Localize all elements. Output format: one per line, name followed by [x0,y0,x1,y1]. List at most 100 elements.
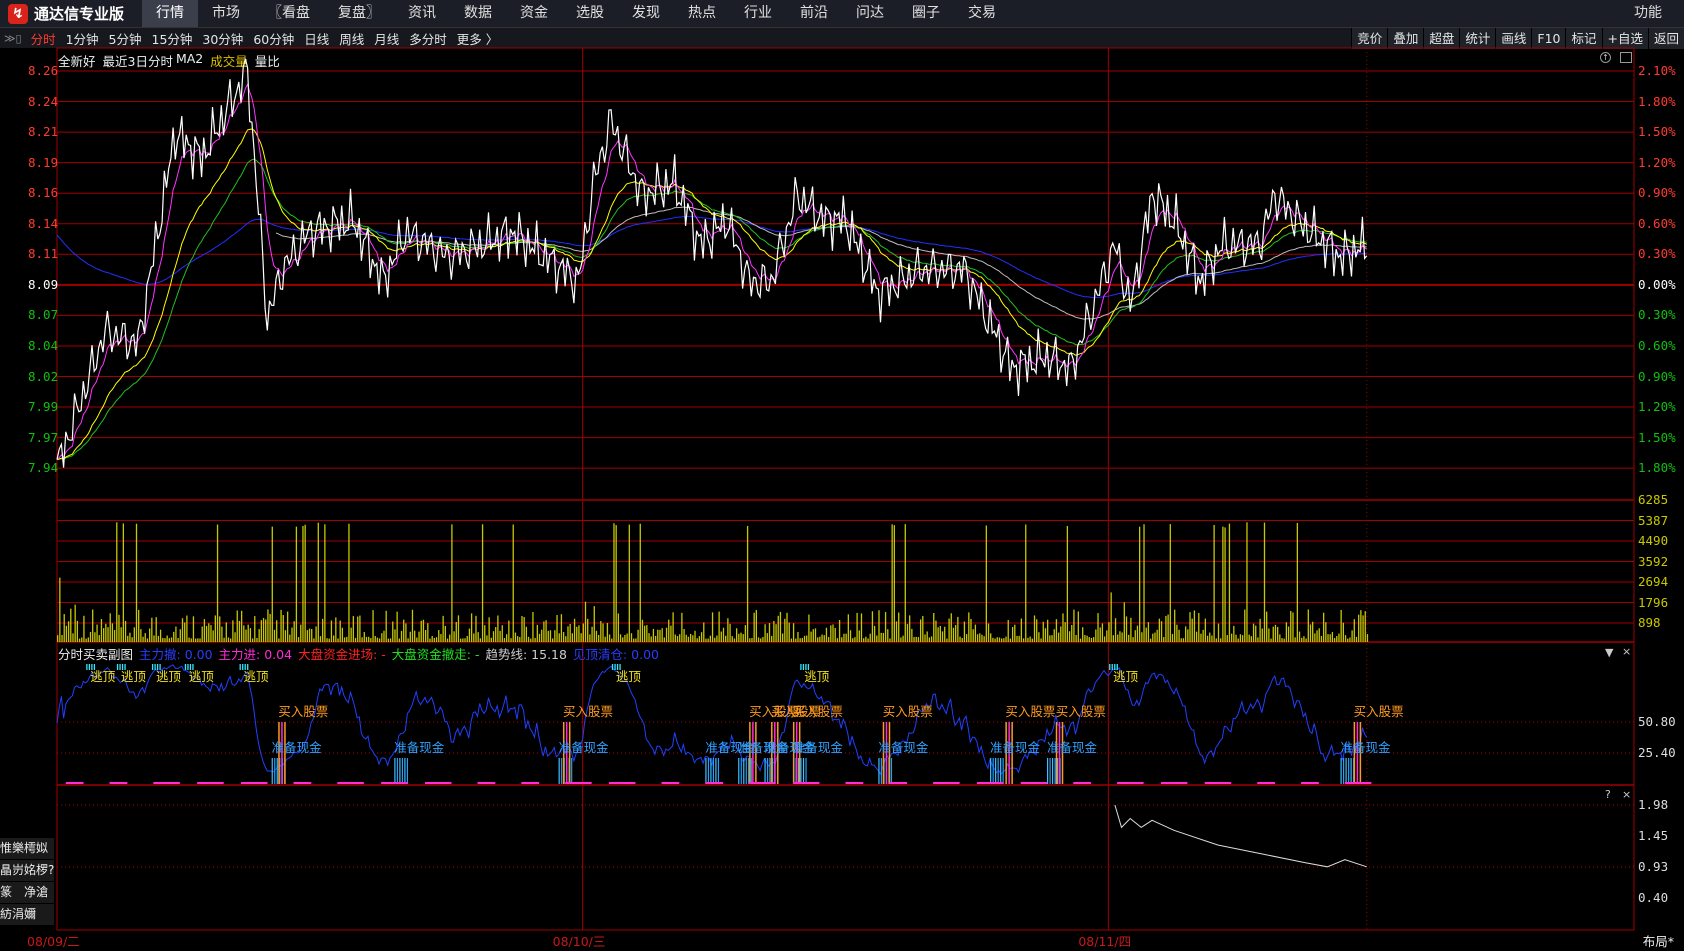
volume-bar [162,637,164,642]
volume-bar [738,633,740,642]
volume-bar [368,636,370,642]
volume-bar [773,620,775,642]
volume-bar [392,621,394,642]
volume-bar [729,623,731,642]
volume-bar [933,612,935,642]
indicator-header: 分时买卖副图 主力撤: 0.00 主力进: 0.04 大盘资金进场: - 大盘资金撤走… [58,644,659,663]
lower-close-icon[interactable]: × [1622,788,1631,801]
baseline-segment [109,782,119,784]
volume-bar [760,638,762,642]
volume-bar [374,636,376,642]
volume-bar [1123,602,1125,642]
volume-bar [1294,637,1296,642]
volume-bar [652,628,655,642]
cash-signal-bar [740,758,742,784]
volume-bar [1320,635,1323,642]
volume-bar [852,638,854,642]
volume-bar [556,615,558,642]
volume-bar [311,629,313,642]
volume-bar [102,628,105,642]
buy-marker: 买入股票 [1055,704,1106,719]
volume-bar [751,637,753,642]
lower-help-icon[interactable]: ? [1605,788,1611,801]
volume-bar [175,626,177,642]
volume-bar [996,637,998,642]
buy-marker: 买入股票 [882,704,933,719]
volume-bar [823,635,825,642]
volume-bar [359,615,361,642]
volume-bar [89,631,92,642]
volume-bar [76,620,79,642]
left-box-item[interactable]: 紡涓嬭 [0,904,54,925]
ma2-line [56,158,1367,461]
volume-bar [810,631,812,642]
baseline-segment [670,782,680,784]
volume-bar [164,638,166,642]
baseline-segment [626,782,636,784]
volume-bar [821,634,823,642]
volume-bar [1338,633,1340,642]
volume-bar [105,623,107,642]
volume-bar [902,635,904,642]
chart-canvas[interactable] [0,0,1684,951]
baseline-segment [941,782,951,784]
cash-signal-bar [399,758,401,784]
volume-bar [1152,633,1154,642]
cash-signal-bar [712,758,715,784]
left-box-item[interactable]: 惟樂樗姒 [0,838,54,859]
left-box-item[interactable]: 篆 净滄 [0,882,54,903]
cash-signal-bar [890,758,893,784]
cash-signal-bar [707,758,710,784]
percent-axis-label: 0.30% [1638,307,1676,323]
escape-marker: 逃顶 [804,669,830,684]
volume-bar [1064,622,1066,642]
left-box-item[interactable]: 瞐岃姳椤? [0,860,54,881]
volume-bar [1342,622,1344,642]
volume-bar [584,601,587,642]
volume-bar [1353,619,1355,642]
volume-bar [516,636,519,642]
indicator-menu-icon[interactable]: ▼ [1605,646,1613,659]
baseline-segment [950,782,960,784]
volume-bar [909,615,911,642]
baseline-segment [1266,782,1276,784]
volume-bar [1239,634,1242,642]
baseline-segment [302,782,312,784]
indicator-field: 主力进: 0.04 [218,647,293,662]
volume-bar [597,634,600,642]
layout-button[interactable]: 布局* [1643,931,1674,950]
volume-bar [1018,635,1020,642]
volume-bar [711,612,714,642]
volume-bar [120,627,122,642]
volume-bar [919,619,922,642]
volume-bar [297,637,300,642]
cash-marker: 准备现金 [1340,740,1391,755]
volume-bar [265,619,267,642]
cash-signal-bar [992,758,994,784]
volume-bar [223,637,225,642]
volume-bar [1156,629,1158,642]
percent-axis-label: 1.20% [1638,154,1676,170]
volume-bar [197,638,199,642]
volume-bar [1163,637,1165,642]
baseline-segment [1160,782,1170,784]
volume-bar [799,638,801,642]
volume-bar [1270,638,1272,642]
volume-bar [210,625,212,642]
volume-bar [124,620,127,642]
baseline-segment [240,782,250,784]
volume-bar [240,610,243,642]
indicator-close-icon[interactable]: × [1622,645,1631,658]
volume-bar [78,638,81,642]
indicator-title[interactable]: 分时买卖副图 [58,644,133,663]
volume-bar [503,638,506,642]
escape-marker: 逃顶 [615,669,641,684]
volume-bar [394,629,396,642]
volume-bar [685,634,687,642]
volume-bar [838,619,841,642]
volume-bar [547,630,549,642]
volume-bar [57,635,59,642]
buy-marker: 买入股票 [1005,704,1056,719]
volume-bar [530,638,532,642]
volume-bar [633,638,635,642]
